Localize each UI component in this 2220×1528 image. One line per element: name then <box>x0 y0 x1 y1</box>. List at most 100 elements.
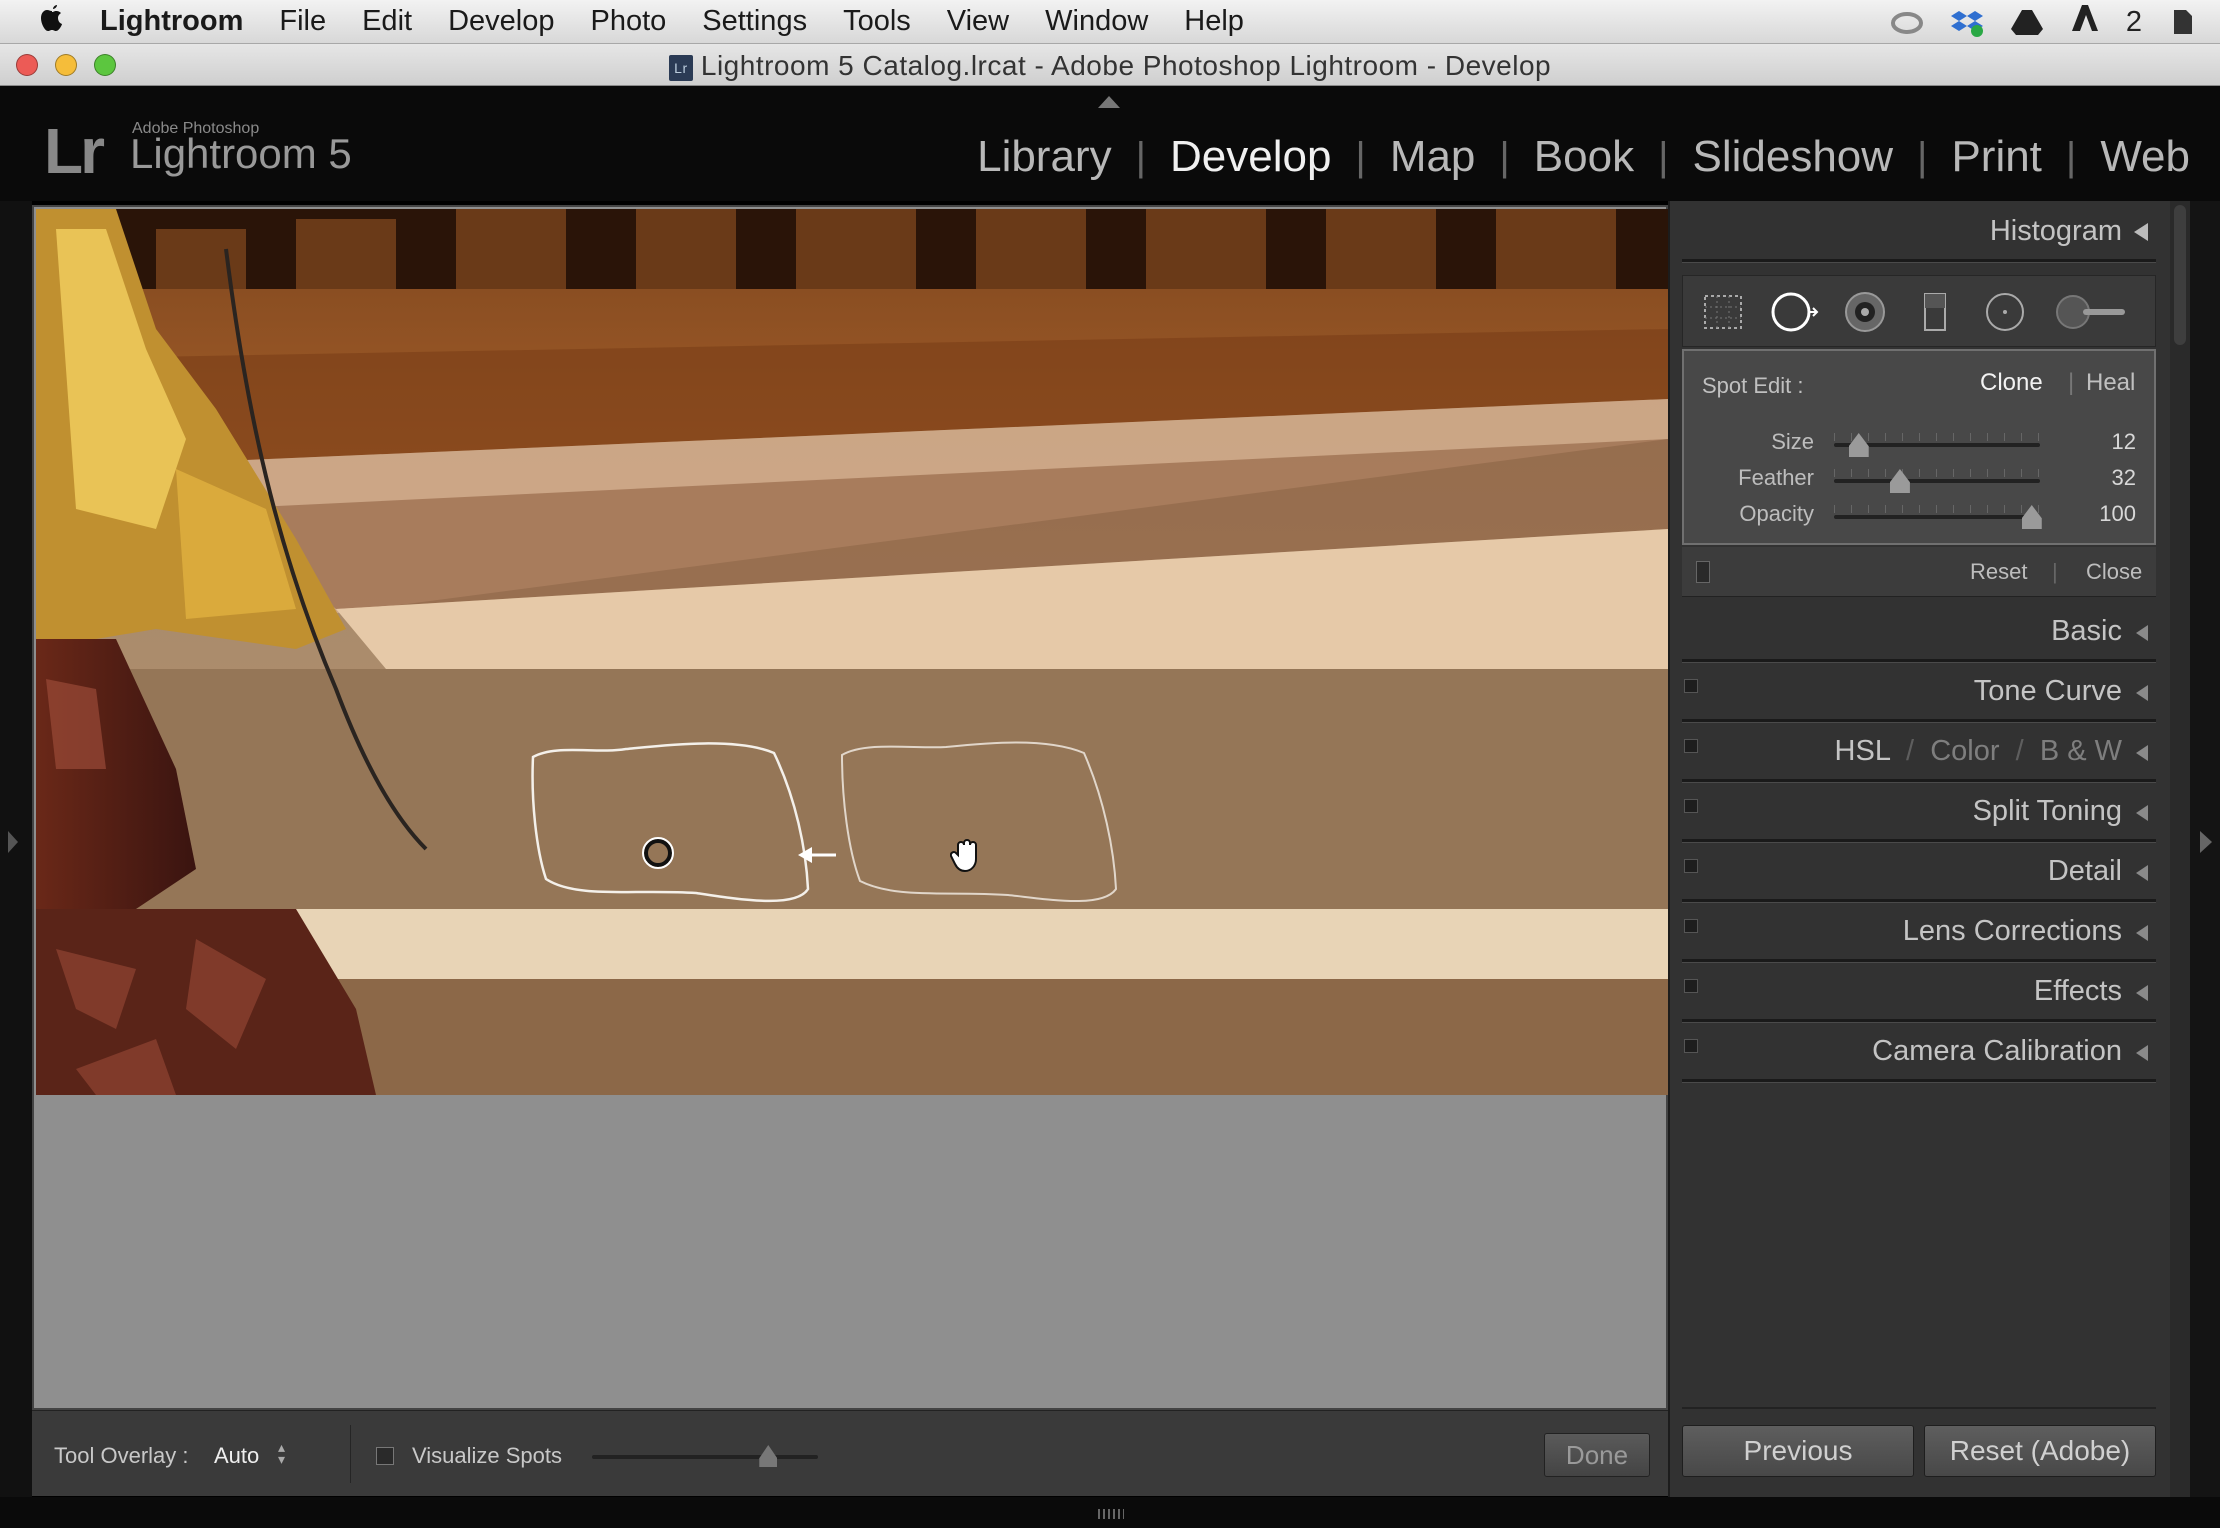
menu-settings[interactable]: Settings <box>684 5 825 38</box>
right-panel-edge[interactable] <box>2190 201 2220 1497</box>
histogram-collapse-icon[interactable] <box>2134 223 2148 241</box>
tone-curve-panel-header[interactable]: Tone Curve <box>1974 675 2122 708</box>
evernote-icon[interactable] <box>2168 7 2202 37</box>
effects-expand-icon[interactable] <box>2136 985 2148 1001</box>
panel-divider <box>1682 1019 2156 1023</box>
tool-enable-switch[interactable] <box>1696 561 1710 583</box>
module-print[interactable]: Print <box>1941 132 2051 182</box>
spot-removal-tool-icon[interactable] <box>1769 290 1825 334</box>
bw-tab[interactable]: B & W <box>2040 735 2122 767</box>
panel-divider <box>1682 719 2156 723</box>
lens-corrections-panel-header[interactable]: Lens Corrections <box>1903 915 2122 948</box>
spot-target-pin[interactable] <box>643 838 673 868</box>
menu-file[interactable]: File <box>261 5 344 38</box>
opacity-slider-ticks <box>1834 505 2040 513</box>
footer-separator: | <box>2052 559 2058 584</box>
menu-tools[interactable]: Tools <box>825 5 929 38</box>
right-panel-scrollbar[interactable] <box>2170 201 2190 1497</box>
adobe-icon[interactable] <box>2070 3 2100 41</box>
histogram-header[interactable]: Histogram <box>1990 215 2122 248</box>
module-library[interactable]: Library <box>967 132 1122 182</box>
module-develop[interactable]: Develop <box>1160 132 1341 182</box>
feather-slider[interactable] <box>1834 479 2040 483</box>
effects-switch[interactable] <box>1684 979 1698 993</box>
menu-help[interactable]: Help <box>1166 5 1262 38</box>
heal-mode-button[interactable]: Heal <box>2086 369 2135 397</box>
hsl-tab[interactable]: HSL <box>1835 735 1890 767</box>
creative-cloud-icon[interactable] <box>1890 7 1924 37</box>
basic-panel-header[interactable]: Basic <box>2051 615 2122 648</box>
module-map[interactable]: Map <box>1380 132 1486 182</box>
collapse-top-panel-icon[interactable] <box>1098 96 1120 108</box>
tool-overlay-select[interactable]: Auto <box>214 1443 259 1469</box>
visualize-threshold-slider[interactable] <box>592 1455 818 1459</box>
filmstrip-edge[interactable] <box>0 1497 2220 1528</box>
collapse-right-panel-icon[interactable] <box>2200 831 2212 853</box>
scrollbar-thumb[interactable] <box>2174 205 2186 345</box>
panel-divider <box>1682 779 2156 783</box>
feather-value[interactable]: 32 <box>2064 465 2136 491</box>
clone-mode-button[interactable]: Clone <box>1980 369 2043 397</box>
crop-tool-icon[interactable] <box>1701 290 1745 334</box>
feather-label: Feather <box>1738 465 1814 490</box>
opacity-slider[interactable] <box>1834 515 2040 519</box>
module-web[interactable]: Web <box>2090 132 2200 182</box>
catalog-file-icon: Lr <box>668 54 693 81</box>
menu-develop[interactable]: Develop <box>430 5 572 38</box>
menu-window[interactable]: Window <box>1027 5 1166 38</box>
google-drive-icon[interactable] <box>2010 7 2044 37</box>
left-panel-edge[interactable] <box>0 201 32 1497</box>
hsl-switch[interactable] <box>1684 739 1698 753</box>
opacity-value[interactable]: 100 <box>2064 501 2136 527</box>
adjustment-brush-icon[interactable] <box>2055 290 2127 334</box>
visualize-spots-checkbox[interactable] <box>376 1447 394 1465</box>
panel-divider <box>1682 1079 2156 1083</box>
menu-photo[interactable]: Photo <box>572 5 684 38</box>
tone-curve-expand-icon[interactable] <box>2136 685 2148 701</box>
image-canvas[interactable] <box>32 205 1668 1410</box>
hsl-expand-icon[interactable] <box>2136 745 2148 761</box>
split-toning-expand-icon[interactable] <box>2136 805 2148 821</box>
spot-reset-button[interactable]: Reset <box>1970 559 2027 585</box>
select-updown-icon[interactable]: ▴ ▾ <box>278 1440 285 1466</box>
hsl-panel-header[interactable]: HSL / Color / B & W <box>1835 735 2122 768</box>
red-eye-tool-icon[interactable] <box>1843 290 1887 334</box>
split-toning-panel-header[interactable]: Split Toning <box>1973 795 2122 828</box>
lens-corrections-expand-icon[interactable] <box>2136 925 2148 941</box>
color-tab[interactable]: Color <box>1930 735 1999 767</box>
previous-button[interactable]: Previous <box>1682 1425 1914 1477</box>
basic-expand-icon[interactable] <box>2136 625 2148 641</box>
module-separator: | <box>1499 134 1510 179</box>
apple-menu-icon[interactable] <box>22 3 82 41</box>
done-button[interactable]: Done <box>1544 1433 1650 1477</box>
module-separator: | <box>1355 134 1366 179</box>
spot-close-button[interactable]: Close <box>2086 559 2142 585</box>
menu-view[interactable]: View <box>929 5 1027 38</box>
detail-switch[interactable] <box>1684 859 1698 873</box>
module-slideshow[interactable]: Slideshow <box>1682 132 1903 182</box>
visualize-slider-thumb[interactable] <box>759 1445 778 1467</box>
camera-calibration-switch[interactable] <box>1684 1039 1698 1053</box>
panel-bottom-divider <box>1682 1407 2156 1409</box>
detail-expand-icon[interactable] <box>2136 865 2148 881</box>
menu-lightroom[interactable]: Lightroom <box>82 5 261 38</box>
reset-adobe-button[interactable]: Reset (Adobe) <box>1924 1425 2156 1477</box>
graduated-filter-icon[interactable] <box>1913 290 1957 334</box>
size-value[interactable]: 12 <box>2064 429 2136 455</box>
split-toning-switch[interactable] <box>1684 799 1698 813</box>
module-book[interactable]: Book <box>1524 132 1644 182</box>
tone-curve-switch[interactable] <box>1684 679 1698 693</box>
dropbox-icon[interactable] <box>1950 7 1984 37</box>
panel-divider <box>1682 839 2156 843</box>
module-separator: | <box>1658 134 1669 179</box>
camera-calibration-expand-icon[interactable] <box>2136 1045 2148 1061</box>
expand-left-panel-icon[interactable] <box>8 831 18 853</box>
camera-calibration-panel-header[interactable]: Camera Calibration <box>1872 1035 2122 1068</box>
radial-filter-icon[interactable] <box>1983 290 2027 334</box>
photo-preview[interactable] <box>36 209 1668 1095</box>
effects-panel-header[interactable]: Effects <box>2034 975 2122 1008</box>
menu-edit[interactable]: Edit <box>344 5 430 38</box>
lens-corrections-switch[interactable] <box>1684 919 1698 933</box>
detail-panel-header[interactable]: Detail <box>2048 855 2122 888</box>
expand-filmstrip-icon[interactable] <box>1098 1509 1124 1519</box>
